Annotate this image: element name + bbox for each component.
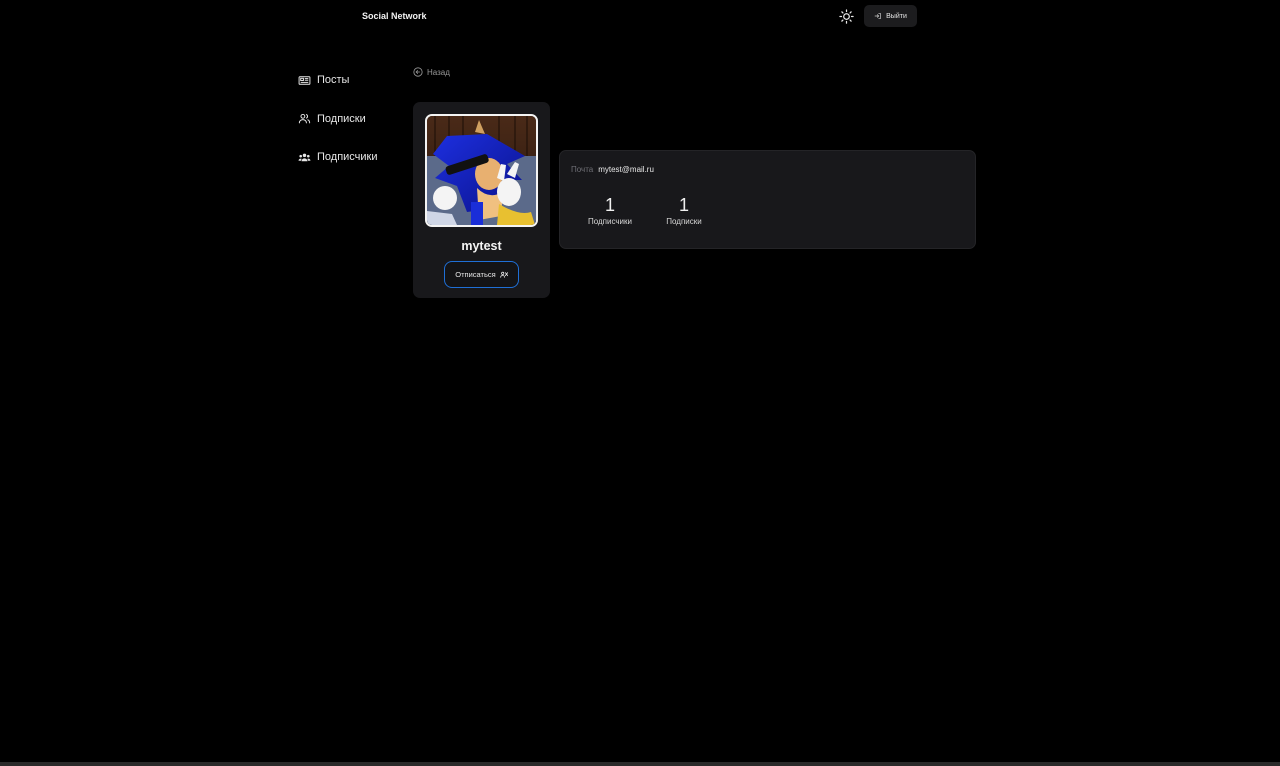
sidebar-item-posts[interactable]: Посты bbox=[298, 72, 378, 88]
followers-stat: 1 Подписчики bbox=[580, 195, 640, 226]
sidebar-item-following[interactable]: Подписки bbox=[298, 111, 378, 127]
arrow-left-circle-icon bbox=[413, 67, 423, 77]
sidebar-item-label: Посты bbox=[317, 74, 350, 86]
followers-label: Подписчики bbox=[587, 217, 632, 226]
users-solid-icon bbox=[298, 153, 311, 161]
followers-count: 1 bbox=[604, 195, 615, 215]
email-row: Почта mytest@mail.ru bbox=[571, 165, 654, 174]
app-brand[interactable]: Social Network bbox=[362, 11, 427, 21]
profile-username: mytest bbox=[461, 239, 502, 253]
following-count: 1 bbox=[678, 195, 689, 215]
sun-icon bbox=[838, 8, 854, 24]
back-link[interactable]: Назад bbox=[413, 67, 450, 77]
profile-card: mytest Отписаться bbox=[413, 102, 550, 298]
sidebar-item-label: Подписки bbox=[317, 112, 366, 125]
user-minus-icon bbox=[499, 271, 508, 278]
back-label: Назад bbox=[427, 67, 450, 77]
logout-icon bbox=[874, 13, 881, 19]
avatar-image bbox=[427, 116, 536, 225]
following-label: Подписки bbox=[666, 217, 702, 226]
email-value: mytest@mail.ru bbox=[598, 165, 654, 174]
sidebar-item-label: Подписчики bbox=[317, 151, 378, 163]
theme-toggle-button[interactable] bbox=[836, 6, 856, 26]
logout-button[interactable]: Выйти bbox=[864, 5, 917, 27]
sidebar-nav: Посты Подписки Подписчики bbox=[298, 72, 378, 188]
logout-label: Выйти bbox=[886, 12, 907, 20]
unsubscribe-button[interactable]: Отписаться bbox=[444, 261, 519, 288]
avatar bbox=[425, 114, 538, 227]
users-outline-icon bbox=[298, 113, 311, 124]
bottom-divider bbox=[0, 762, 1280, 766]
unsubscribe-label: Отписаться bbox=[455, 270, 496, 279]
newspaper-icon bbox=[298, 75, 311, 85]
sidebar-item-followers[interactable]: Подписчики bbox=[298, 149, 378, 165]
following-stat: 1 Подписки bbox=[657, 195, 711, 226]
email-label: Почта bbox=[571, 165, 594, 174]
profile-info-card: Почта mytest@mail.ru 1 Подписчики 1 Подп… bbox=[559, 150, 976, 249]
